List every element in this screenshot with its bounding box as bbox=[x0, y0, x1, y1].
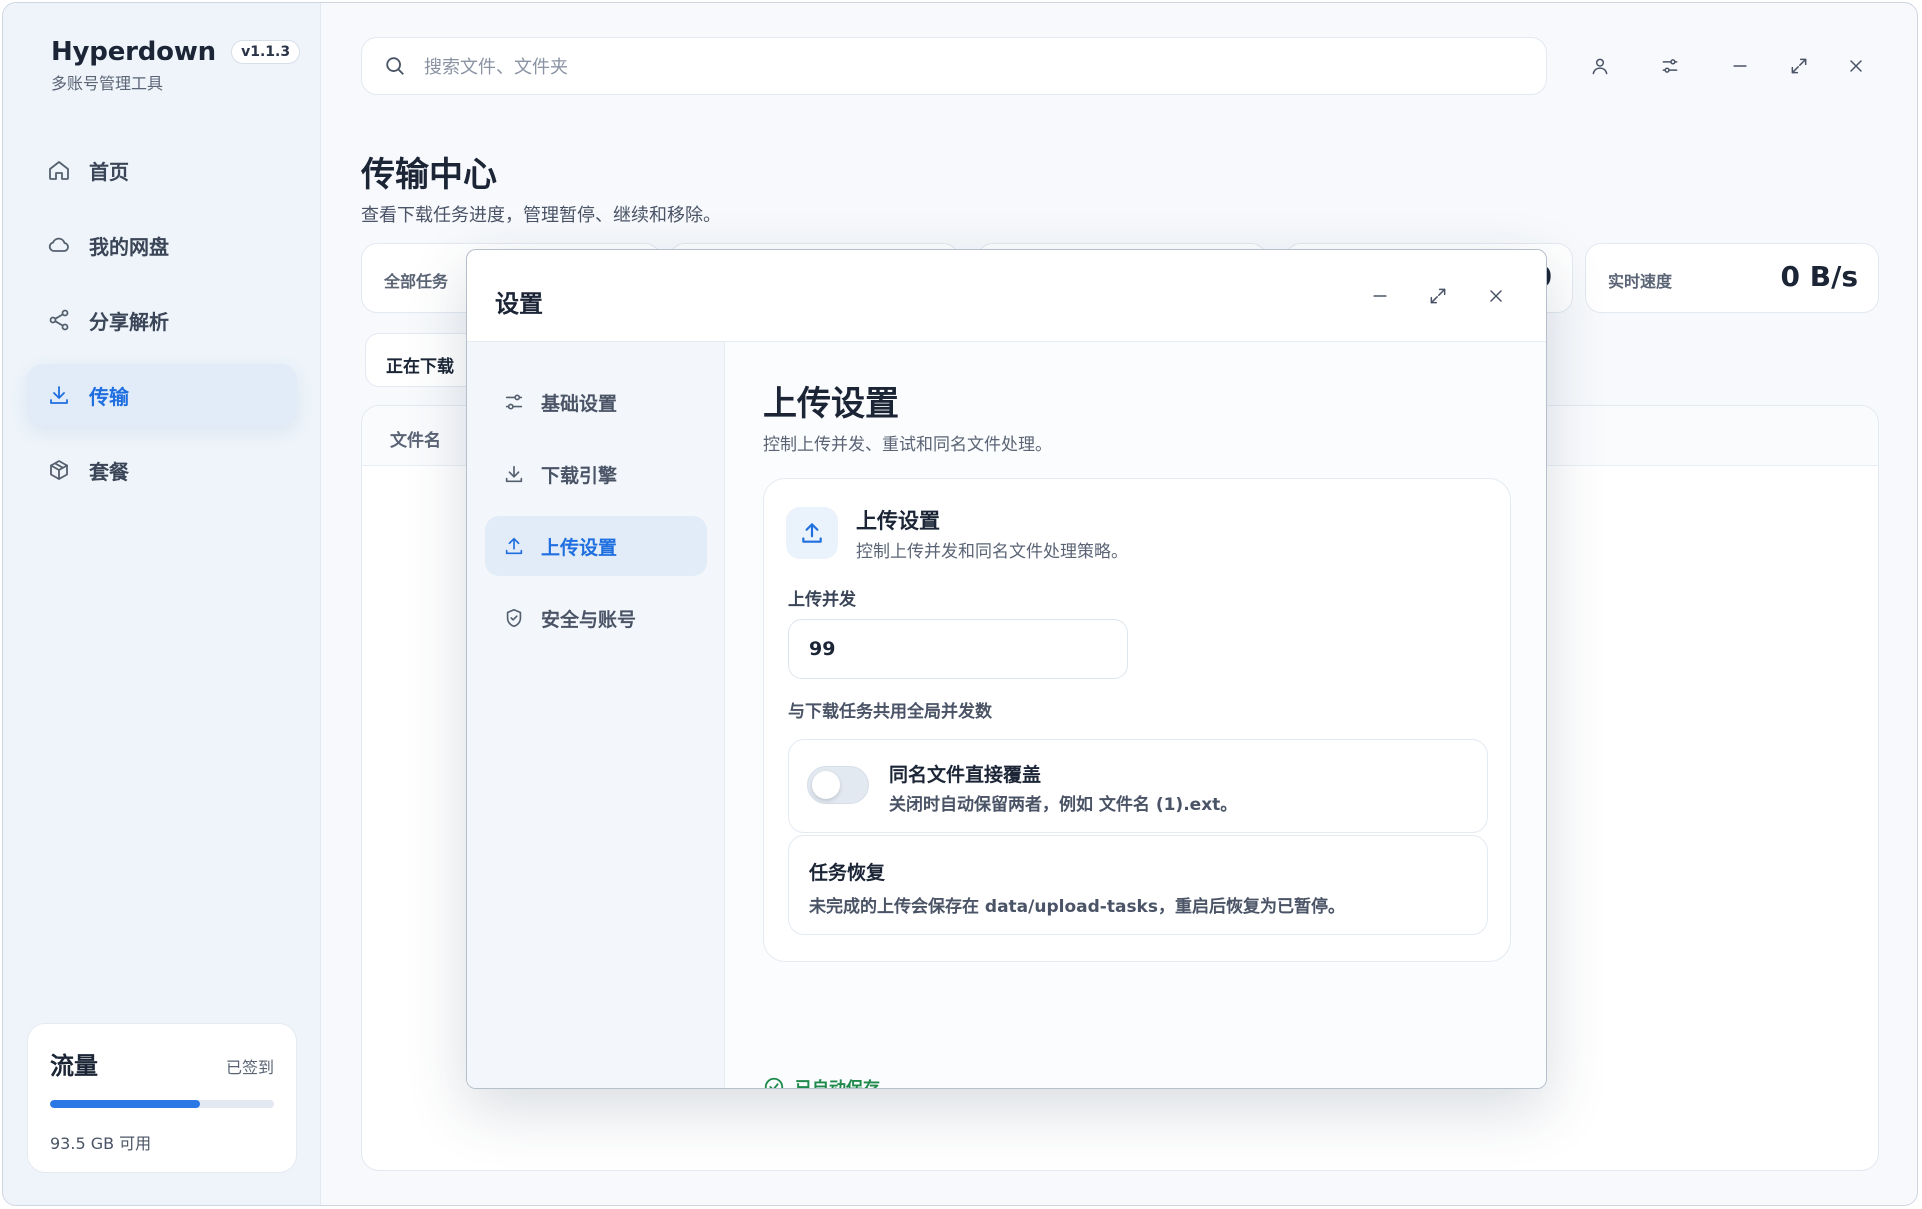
sidebar-item-plans[interactable]: 套餐 bbox=[27, 439, 297, 501]
stat-value: 0 B/s bbox=[1780, 260, 1858, 293]
sliders-icon bbox=[1662, 59, 1678, 73]
sidebar: Hyperdown v1.1.3 多账号管理工具 首页 我的网盘 分享解析 传输 bbox=[3, 3, 321, 1205]
settings-nav-label: 下载引擎 bbox=[541, 464, 618, 487]
sidebar-item-label: 首页 bbox=[89, 159, 129, 184]
recovery-description: 未完成的上传会保存在 data/upload-tasks，重启后恢复为已暂停。 bbox=[809, 897, 1345, 917]
concurrency-hint: 与下载任务共用全局并发数 bbox=[788, 702, 992, 722]
app-window: Hyperdown v1.1.3 多账号管理工具 首页 我的网盘 分享解析 传输 bbox=[2, 2, 1918, 1206]
stat-label: 全部任务 bbox=[384, 272, 449, 291]
traffic-progress-fill bbox=[50, 1100, 201, 1108]
user-button[interactable] bbox=[1585, 51, 1615, 81]
package-icon bbox=[50, 460, 68, 480]
sidebar-nav: 首页 我的网盘 分享解析 传输 套餐 bbox=[27, 139, 297, 514]
section-subtitle: 控制上传并发、重试和同名文件处理。 bbox=[763, 435, 1052, 455]
maximize-button[interactable] bbox=[1784, 51, 1814, 81]
page-subtitle: 查看下载任务进度，管理暂停、继续和移除。 bbox=[361, 205, 721, 226]
autosave-text: 已自动保存 bbox=[795, 1079, 880, 1089]
overwrite-toggle[interactable] bbox=[807, 766, 869, 804]
concurrency-label: 上传并发 bbox=[788, 590, 856, 610]
traffic-available: 93.5 GB 可用 bbox=[50, 1134, 152, 1153]
upload-icon bbox=[505, 537, 523, 555]
cloud-icon bbox=[48, 237, 69, 252]
settings-nav-label: 上传设置 bbox=[541, 536, 618, 559]
settings-dialog: 设置 基础设置 下载引擎 上传设置 安全与账号 上传设置 控制上传并发、重试和同… bbox=[466, 249, 1547, 1089]
settings-nav-download-engine[interactable]: 下载引擎 bbox=[485, 444, 707, 504]
search-input[interactable]: 搜索文件、文件夹 bbox=[424, 53, 568, 79]
upload-settings-card: 上传设置 控制上传并发和同名文件处理策略。 上传并发 与下载任务共用全局并发数 … bbox=[763, 478, 1511, 962]
stat-card-speed: 实时速度 0 B/s bbox=[1585, 243, 1879, 313]
close-icon bbox=[1850, 60, 1862, 72]
sidebar-item-label: 我的网盘 bbox=[89, 234, 169, 259]
traffic-progress-bar bbox=[50, 1100, 274, 1108]
overwrite-title: 同名文件直接覆盖 bbox=[889, 764, 1042, 786]
download-icon bbox=[50, 386, 68, 404]
minimize-icon bbox=[1373, 295, 1387, 297]
minimize-button[interactable] bbox=[1725, 51, 1755, 81]
minimize-icon bbox=[1733, 65, 1747, 67]
home-icon bbox=[49, 161, 69, 180]
close-icon bbox=[1490, 290, 1502, 302]
sidebar-item-home[interactable]: 首页 bbox=[27, 139, 297, 201]
page-title: 传输中心 bbox=[361, 155, 497, 195]
overwrite-option: 同名文件直接覆盖 关闭时自动保留两者，例如 文件名 (1).ext。 bbox=[788, 739, 1488, 833]
settings-nav-upload[interactable]: 上传设置 bbox=[485, 516, 707, 576]
expand-icon bbox=[1430, 288, 1446, 304]
task-recovery-info: 任务恢复 未完成的上传会保存在 data/upload-tasks，重启后恢复为… bbox=[788, 835, 1488, 935]
close-button[interactable] bbox=[1841, 51, 1871, 81]
overwrite-description: 关闭时自动保留两者，例如 文件名 (1).ext。 bbox=[889, 795, 1238, 815]
settings-nav-security[interactable]: 安全与账号 bbox=[485, 588, 707, 648]
settings-nav-basic[interactable]: 基础设置 bbox=[485, 372, 707, 432]
dialog-header: 设置 bbox=[467, 250, 1546, 342]
sidebar-item-label: 分享解析 bbox=[89, 309, 169, 334]
settings-button[interactable] bbox=[1655, 51, 1685, 81]
card-subtitle: 控制上传并发和同名文件处理策略。 bbox=[856, 542, 1128, 562]
concurrency-input[interactable] bbox=[788, 619, 1128, 679]
stat-label: 实时速度 bbox=[1608, 272, 1673, 291]
card-title: 上传设置 bbox=[856, 509, 940, 533]
shield-icon bbox=[506, 608, 522, 628]
checkin-status: 已签到 bbox=[225, 1058, 274, 1077]
expand-icon bbox=[1791, 58, 1807, 74]
settings-nav: 基础设置 下载引擎 上传设置 安全与账号 bbox=[467, 342, 725, 1088]
autosave-status: 已自动保存 bbox=[763, 1074, 880, 1089]
search-icon bbox=[386, 57, 404, 75]
user-icon bbox=[1592, 58, 1608, 75]
settings-nav-label: 基础设置 bbox=[541, 392, 618, 415]
check-circle-icon bbox=[764, 1077, 784, 1088]
sidebar-item-cloud-drive[interactable]: 我的网盘 bbox=[27, 214, 297, 276]
share-icon bbox=[49, 309, 69, 331]
settings-content: 上传设置 控制上传并发、重试和同名文件处理。 上传设置 控制上传并发和同名文件处… bbox=[725, 342, 1546, 1089]
sidebar-item-label: 套餐 bbox=[89, 459, 129, 484]
recovery-title: 任务恢复 bbox=[809, 862, 886, 884]
sidebar-item-transfer[interactable]: 传输 bbox=[27, 364, 297, 426]
sliders-icon bbox=[505, 394, 523, 410]
upload-icon bbox=[802, 523, 822, 543]
dialog-close-button[interactable] bbox=[1480, 280, 1512, 312]
app-subtitle: 多账号管理工具 bbox=[51, 74, 164, 93]
dialog-minimize-button[interactable] bbox=[1364, 280, 1396, 312]
toggle-knob bbox=[812, 771, 840, 799]
search-bar[interactable]: 搜索文件、文件夹 bbox=[361, 37, 1547, 95]
sidebar-item-label: 传输 bbox=[89, 384, 129, 409]
app-name: Hyperdown bbox=[51, 37, 216, 67]
section-title: 上传设置 bbox=[763, 384, 899, 424]
download-icon bbox=[505, 465, 523, 483]
dialog-title: 设置 bbox=[495, 290, 543, 318]
sidebar-item-share[interactable]: 分享解析 bbox=[27, 289, 297, 351]
card-icon-wrap bbox=[786, 507, 838, 559]
traffic-card: 流量 已签到 93.5 GB 可用 bbox=[27, 1023, 297, 1173]
version-badge: v1.1.3 bbox=[231, 40, 301, 64]
brand: Hyperdown v1.1.3 多账号管理工具 bbox=[51, 37, 301, 94]
settings-nav-label: 安全与账号 bbox=[541, 608, 637, 631]
dialog-maximize-button[interactable] bbox=[1422, 280, 1454, 312]
